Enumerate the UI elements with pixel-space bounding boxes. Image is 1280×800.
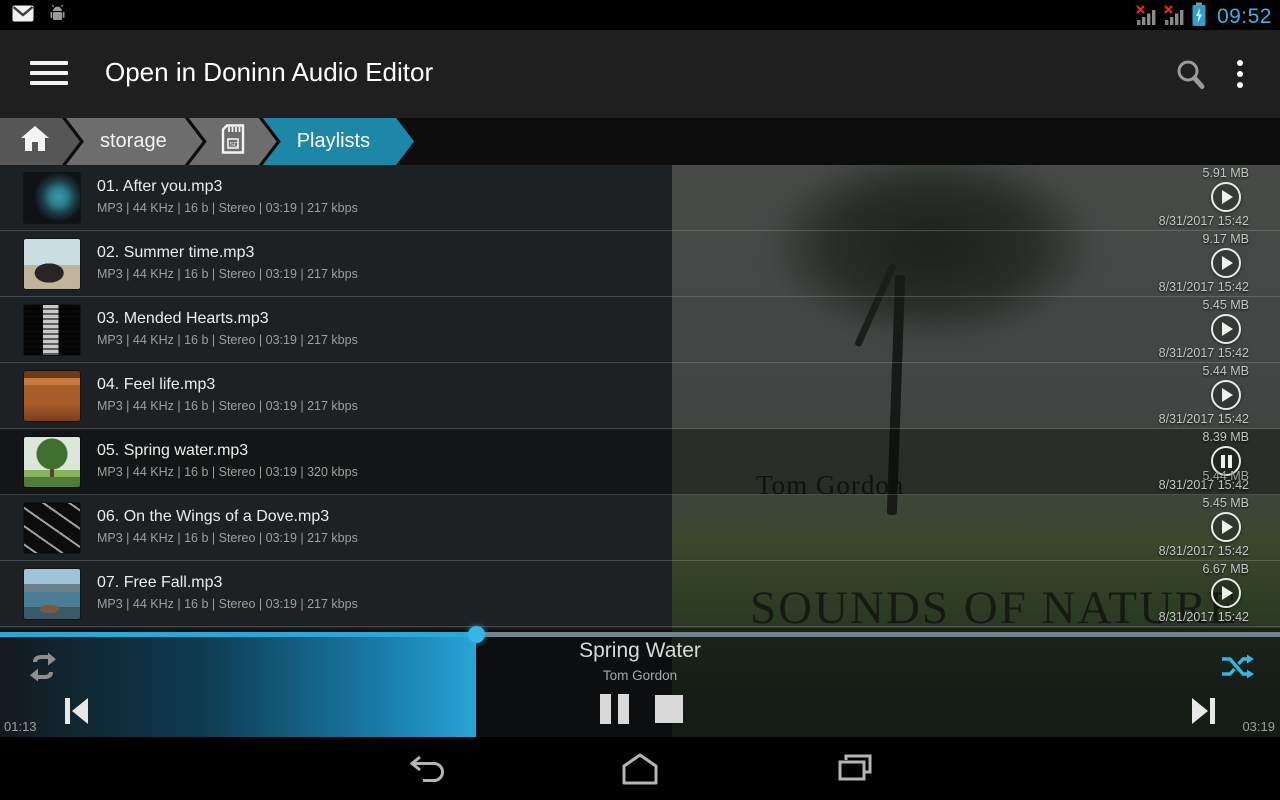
- android-nav-bar: [0, 737, 1280, 800]
- file-list: 01. After you.mp3 MP3 | 44 KHz | 16 b | …: [0, 165, 1280, 630]
- action-bar: Open in Doninn Audio Editor: [0, 30, 1280, 118]
- home-icon: [20, 126, 50, 158]
- track-filename: 07. Free Fall.mp3: [97, 574, 222, 592]
- file-row[interactable]: 04. Feel life.mp3 MP3 | 44 KHz | 16 b | …: [0, 363, 1280, 429]
- track-filename: 02. Summer time.mp3: [97, 244, 254, 262]
- track-details: MP3 | 44 KHz | 16 b | Stereo | 03:19 | 2…: [97, 597, 358, 611]
- gmail-notification-icon: [12, 5, 34, 27]
- no-signal-icon: [1135, 3, 1157, 32]
- track-thumbnail: [24, 437, 80, 487]
- shuffle-icon[interactable]: [1220, 654, 1254, 685]
- file-size: 8.39 MB: [1202, 430, 1249, 444]
- breadcrumb: storage SD Playlists: [0, 118, 1280, 165]
- status-clock: 09:52: [1213, 5, 1272, 29]
- svg-text:SD: SD: [229, 141, 238, 148]
- search-icon[interactable]: [1174, 58, 1208, 99]
- home-button[interactable]: [618, 750, 662, 788]
- file-row[interactable]: 02. Summer time.mp3 MP3 | 44 KHz | 16 b …: [0, 231, 1280, 297]
- breadcrumb-home[interactable]: [0, 118, 80, 165]
- track-thumbnail: [24, 173, 80, 223]
- play-button[interactable]: [1211, 512, 1241, 542]
- breadcrumb-storage-label: storage: [100, 130, 167, 153]
- now-playing-title: Spring Water: [0, 639, 1280, 663]
- file-row[interactable]: 01. After you.mp3 MP3 | 44 KHz | 16 b | …: [0, 165, 1280, 231]
- track-details: MP3 | 44 KHz | 16 b | Stereo | 03:19 | 2…: [97, 531, 358, 545]
- track-filename: 03. Mended Hearts.mp3: [97, 310, 269, 328]
- track-thumbnail: [24, 569, 80, 619]
- seek-fill: [0, 632, 476, 637]
- no-signal-icon: [1163, 3, 1185, 32]
- status-bar: 09:52: [0, 0, 1280, 30]
- file-date: 8/31/2017 15:42: [1159, 412, 1249, 426]
- total-time: 03:19: [1242, 719, 1275, 734]
- android-notification-icon: [48, 4, 67, 28]
- track-thumbnail: [24, 305, 80, 355]
- file-date: 8/31/2017 15:42: [1159, 610, 1249, 624]
- file-row[interactable]: 07. Free Fall.mp3 MP3 | 44 KHz | 16 b | …: [0, 561, 1280, 627]
- file-date: 8/31/2017 15:42: [1159, 544, 1249, 558]
- track-details: MP3 | 44 KHz | 16 b | Stereo | 03:19 | 2…: [97, 333, 358, 347]
- track-filename: 01. After you.mp3: [97, 178, 222, 196]
- file-size: 5.45 MB: [1202, 298, 1249, 312]
- next-row-file-size: 5.44 MB: [1202, 469, 1249, 483]
- now-playing-artist: Tom Gordon: [0, 668, 1280, 683]
- back-button[interactable]: [405, 750, 449, 788]
- track-thumbnail: [24, 239, 80, 289]
- breadcrumb-storage[interactable]: storage: [66, 118, 203, 165]
- track-details: MP3 | 44 KHz | 16 b | Stereo | 03:19 | 2…: [97, 267, 358, 281]
- pause-button[interactable]: [597, 694, 631, 724]
- player-bar: Spring Water Tom Gordon 01:13 03:19: [0, 628, 1280, 737]
- menu-icon[interactable]: [30, 61, 68, 87]
- play-button[interactable]: [1211, 578, 1241, 608]
- seek-slider[interactable]: [0, 632, 1280, 637]
- file-size: 5.44 MB: [1202, 364, 1249, 378]
- battery-charging-icon: [1191, 2, 1207, 32]
- play-button[interactable]: [1211, 314, 1241, 344]
- file-date: 8/31/2017 15:42: [1159, 280, 1249, 294]
- page-title: Open in Doninn Audio Editor: [105, 57, 433, 88]
- file-size: 9.17 MB: [1202, 232, 1249, 246]
- skip-next-button[interactable]: [1190, 696, 1218, 731]
- track-details: MP3 | 44 KHz | 16 b | Stereo | 03:19 | 2…: [97, 399, 358, 413]
- app-screen: 09:52 Open in Doninn Audio Editor storag…: [0, 0, 1280, 800]
- play-button[interactable]: [1211, 380, 1241, 410]
- file-row[interactable]: 05. Spring water.mp3 MP3 | 44 KHz | 16 b…: [0, 429, 1280, 495]
- breadcrumb-playlists[interactable]: Playlists: [263, 118, 414, 165]
- recents-button[interactable]: [833, 750, 877, 788]
- track-thumbnail: [24, 371, 80, 421]
- overflow-menu-icon[interactable]: [1230, 60, 1250, 94]
- track-details: MP3 | 44 KHz | 16 b | Stereo | 03:19 | 2…: [97, 201, 358, 215]
- sdcard-icon: SD: [221, 124, 245, 160]
- track-filename: 04. Feel life.mp3: [97, 376, 215, 394]
- file-row[interactable]: 03. Mended Hearts.mp3 MP3 | 44 KHz | 16 …: [0, 297, 1280, 363]
- file-date: 8/31/2017 15:42: [1159, 214, 1249, 228]
- breadcrumb-playlists-label: Playlists: [297, 130, 370, 153]
- file-row[interactable]: 06. On the Wings of a Dove.mp3 MP3 | 44 …: [0, 495, 1280, 561]
- play-button[interactable]: [1211, 248, 1241, 278]
- file-size: 5.91 MB: [1202, 166, 1249, 180]
- file-date: 8/31/2017 15:42: [1159, 346, 1249, 360]
- track-filename: 05. Spring water.mp3: [97, 442, 248, 460]
- elapsed-time: 01:13: [4, 719, 37, 734]
- track-filename: 06. On the Wings of a Dove.mp3: [97, 508, 329, 526]
- track-thumbnail: [24, 503, 80, 553]
- stop-button[interactable]: [655, 695, 683, 723]
- track-details: MP3 | 44 KHz | 16 b | Stereo | 03:19 | 3…: [97, 465, 358, 479]
- file-size: 6.67 MB: [1202, 562, 1249, 576]
- file-size: 5.45 MB: [1202, 496, 1249, 510]
- play-button[interactable]: [1211, 182, 1241, 212]
